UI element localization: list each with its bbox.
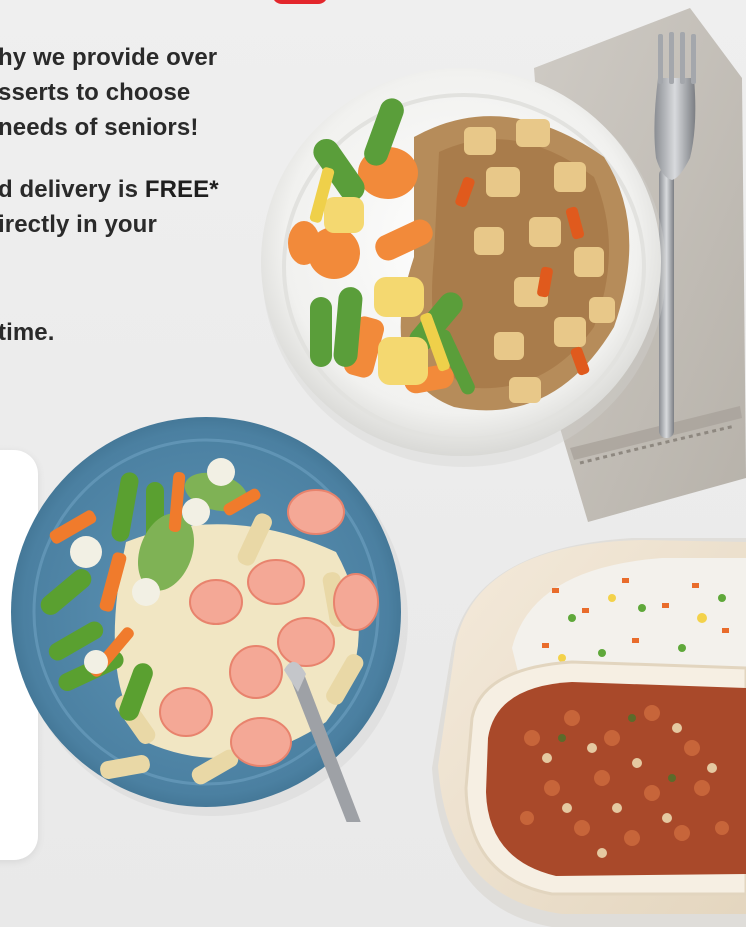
chili-rice-tray <box>432 538 746 927</box>
chili-rice-image <box>432 538 746 927</box>
marketing-copy: hy we provide over sserts to choose need… <box>0 40 268 350</box>
shrimp-pasta-plate <box>6 412 414 822</box>
copy-line-5: irectly in your <box>0 211 157 238</box>
meal-promo-screen: hy we provide over sserts to choose need… <box>0 0 746 927</box>
copy-line-1: hy we provide over <box>0 44 218 71</box>
copy-line-4-prefix: d delivery is <box>0 176 145 203</box>
copy-line-6: time. <box>0 319 55 346</box>
heading-accent-fragment <box>272 0 328 4</box>
free-delivery-emphasis: FREE* <box>144 176 219 203</box>
copy-line-3: needs of seniors! <box>0 114 199 141</box>
shrimp-pasta-image <box>11 417 408 822</box>
copy-line-2: sserts to choose <box>0 79 191 106</box>
copy-line-4: d delivery is FREE* <box>0 172 268 207</box>
